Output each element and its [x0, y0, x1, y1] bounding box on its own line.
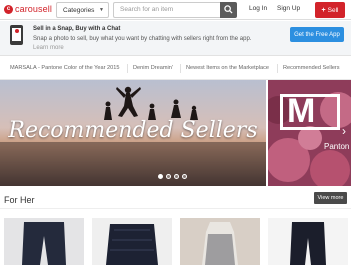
hero-title: Recommended Sellers	[8, 118, 258, 143]
promo-description: Snap a photo to sell, buy what you want …	[33, 35, 263, 53]
product-card[interactable]	[4, 218, 84, 265]
hero-slide-marsala[interactable]: M Panton	[268, 80, 351, 186]
hero-slide-recommended-sellers[interactable]: Recommended Sellers	[0, 80, 266, 186]
carousel-dot[interactable]	[166, 174, 171, 179]
product-image-skirt	[92, 218, 172, 265]
product-image-pants	[268, 218, 348, 265]
view-more-button[interactable]: View more	[314, 192, 347, 204]
product-card[interactable]	[268, 218, 348, 265]
top-header: c carousell Categories ▼ Search for an i…	[0, 0, 351, 20]
carousel-dot[interactable]	[174, 174, 179, 179]
get-free-app-button[interactable]: Get the Free App	[290, 27, 344, 42]
product-image-jeans	[4, 218, 84, 265]
logo-mark-icon: c	[4, 4, 13, 14]
tab-divider	[127, 64, 128, 73]
product-card[interactable]	[92, 218, 172, 265]
search-button[interactable]	[220, 2, 237, 18]
product-image-top	[180, 218, 260, 265]
carousel-dot[interactable]	[182, 174, 187, 179]
carousell-logo[interactable]: c carousell	[4, 4, 52, 14]
carousel-dot[interactable]	[158, 174, 163, 179]
categories-dropdown[interactable]: Categories ▼	[56, 2, 109, 18]
tab-newest-items[interactable]: Newest Items on the Marketplace	[186, 65, 269, 71]
marsala-letter: M	[287, 92, 316, 130]
chevron-right-icon[interactable]: ›	[342, 124, 346, 138]
pantone-caption: Panton	[324, 142, 350, 151]
chevron-down-icon: ▼	[99, 7, 104, 13]
logo-text: carousell	[15, 4, 52, 14]
carousel-dots	[158, 174, 187, 179]
search-input[interactable]: Search for an item	[113, 2, 220, 18]
product-card[interactable]	[180, 218, 260, 265]
login-link[interactable]: Log In	[249, 5, 267, 12]
section-divider	[0, 208, 351, 209]
sell-label: Sell	[327, 6, 339, 14]
promo-text: Snap a photo to sell, buy what you want …	[33, 36, 252, 42]
tab-denim[interactable]: Denim Dreamin'	[133, 65, 173, 71]
tab-divider	[180, 64, 181, 73]
promo-title: Sell in a Snap, Buy with a Chat	[33, 26, 121, 32]
search-icon	[224, 5, 233, 14]
signup-link[interactable]: Sign Up	[277, 5, 300, 12]
learn-more-link[interactable]: Learn more	[33, 45, 64, 51]
hero-carousel: Recommended Sellers M Panton ›	[0, 80, 351, 186]
tab-recommended-sellers[interactable]: Recommended Sellers	[283, 65, 340, 71]
tab-divider	[277, 64, 278, 73]
plus-icon: +	[321, 6, 326, 14]
app-promo-banner: Sell in a Snap, Buy with a Chat Snap a p…	[0, 21, 351, 56]
collection-tabs: MARSALA - Pantone Color of the Year 2015…	[0, 57, 351, 80]
tab-marsala[interactable]: MARSALA - Pantone Color of the Year 2015	[10, 65, 119, 71]
section-title: For Her	[4, 195, 35, 205]
phone-icon	[10, 25, 23, 45]
categories-label: Categories	[63, 6, 95, 14]
sell-button[interactable]: + Sell	[315, 2, 345, 18]
